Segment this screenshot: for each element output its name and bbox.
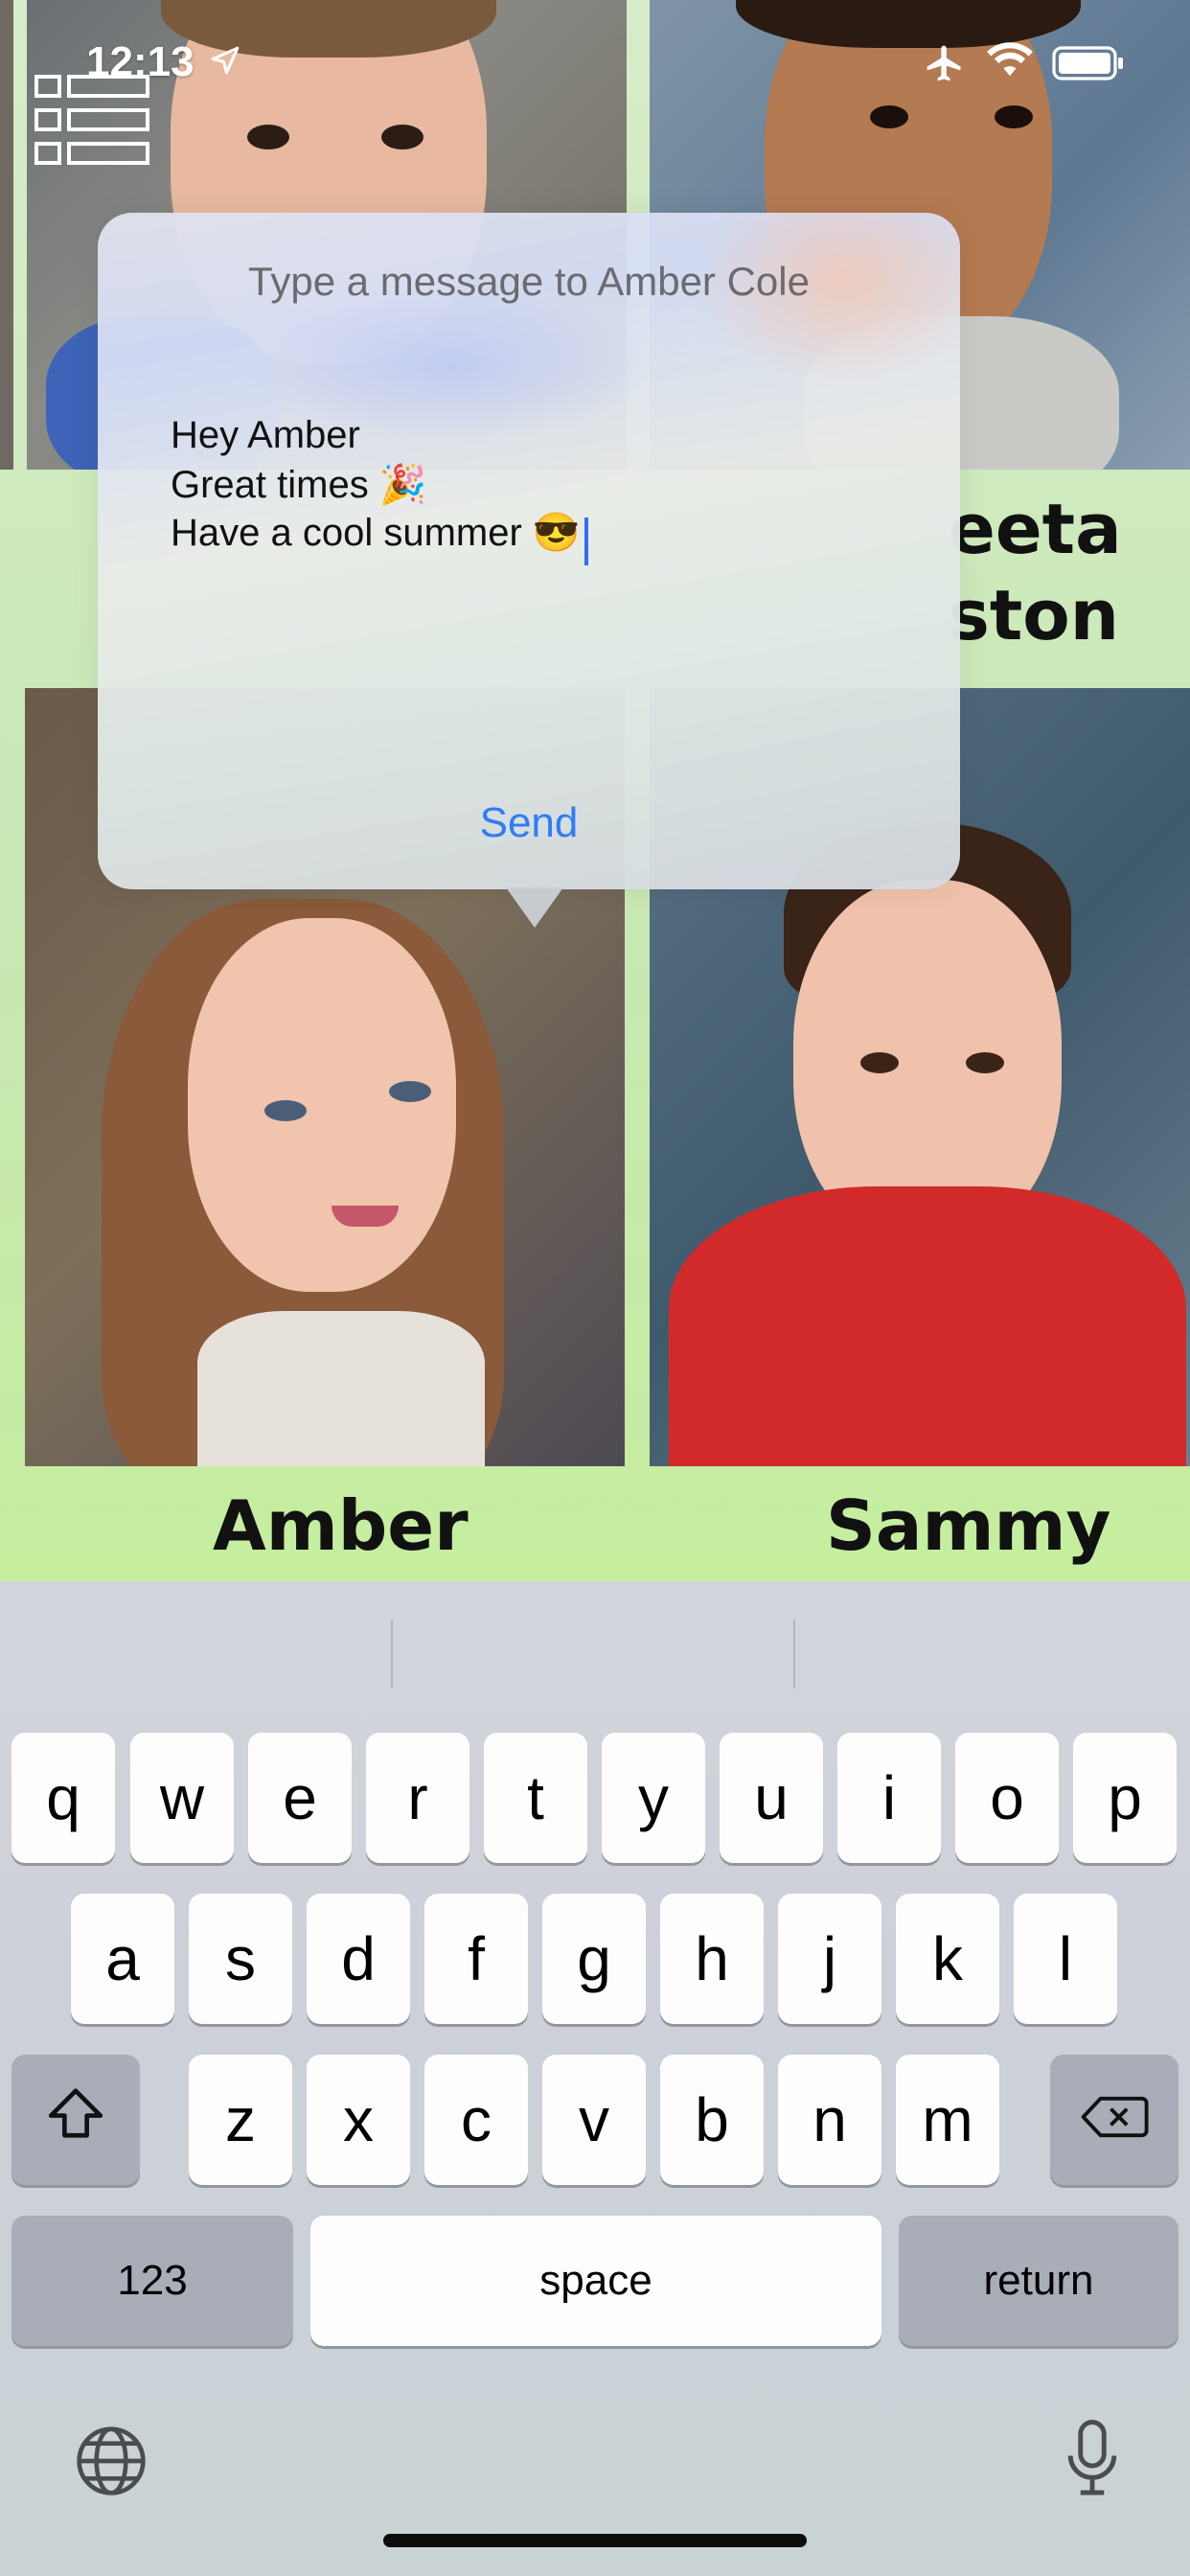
key-b[interactable]: b	[660, 2055, 764, 2185]
partial-name-line-1: eeta	[949, 489, 1122, 569]
key-y[interactable]: y	[602, 1733, 705, 1863]
key-k[interactable]: k	[896, 1894, 999, 2024]
keyboard: q w e r t y u i o p a s d f g h j k l z …	[0, 1581, 1190, 2576]
list-view-icon[interactable]	[34, 75, 149, 170]
message-line-3-wrap: Have a cool summer 😎	[171, 510, 588, 565]
wifi-icon	[985, 42, 1035, 85]
key-t[interactable]: t	[484, 1733, 587, 1863]
key-h[interactable]: h	[660, 1894, 764, 2024]
message-line-1: Hey Amber	[171, 414, 360, 456]
name-amber: Amber	[213, 1485, 469, 1566]
key-s[interactable]: s	[189, 1894, 292, 2024]
numbers-key[interactable]: 123	[11, 2216, 293, 2346]
key-g[interactable]: g	[542, 1894, 646, 2024]
airplane-mode-icon	[920, 42, 970, 89]
key-j[interactable]: j	[778, 1894, 881, 2024]
text-cursor	[584, 517, 588, 565]
key-e[interactable]: e	[248, 1733, 352, 1863]
suggestion-divider-left	[391, 1620, 393, 1689]
location-arrow-icon	[209, 44, 241, 81]
suggestion-divider-right	[793, 1620, 795, 1689]
shift-icon	[46, 2084, 105, 2155]
key-q[interactable]: q	[11, 1733, 115, 1863]
send-button[interactable]: Send	[98, 799, 960, 847]
key-i[interactable]: i	[837, 1733, 941, 1863]
key-c[interactable]: c	[424, 2055, 528, 2185]
key-r[interactable]: r	[366, 1733, 469, 1863]
shift-key[interactable]	[11, 2055, 140, 2185]
delete-key[interactable]	[1050, 2055, 1179, 2185]
backspace-icon	[1080, 2084, 1149, 2155]
key-l[interactable]: l	[1014, 1894, 1117, 2024]
microphone-icon[interactable]	[1062, 2419, 1123, 2504]
key-o[interactable]: o	[955, 1733, 1059, 1863]
key-m[interactable]: m	[896, 2055, 999, 2185]
message-text-area[interactable]: Hey Amber Great times 🎉 Have a cool summ…	[155, 404, 903, 730]
popup-title: Type a message to Amber Cole	[248, 259, 810, 304]
message-line-3: Have a cool summer 😎	[171, 512, 581, 554]
key-n[interactable]: n	[778, 2055, 881, 2185]
message-popup: Type a message to Amber Cole Hey Amber G…	[98, 213, 960, 889]
key-u[interactable]: u	[720, 1733, 823, 1863]
key-v[interactable]: v	[542, 2055, 646, 2185]
key-x[interactable]: x	[307, 2055, 410, 2185]
space-key[interactable]: space	[310, 2216, 881, 2346]
key-p[interactable]: p	[1073, 1733, 1177, 1863]
key-z[interactable]: z	[189, 2055, 292, 2185]
message-line-2: Great times 🎉	[171, 464, 427, 506]
photo-edge-left	[0, 0, 13, 470]
home-indicator[interactable]	[383, 2534, 807, 2547]
partial-name-line-2: ston	[949, 575, 1119, 656]
key-f[interactable]: f	[424, 1894, 528, 2024]
key-w[interactable]: w	[130, 1733, 234, 1863]
popup-pointer	[506, 887, 563, 928]
return-key[interactable]: return	[899, 2216, 1179, 2346]
key-d[interactable]: d	[307, 1894, 410, 2024]
name-sammy: Sammy	[826, 1485, 1111, 1566]
key-a[interactable]: a	[71, 1894, 174, 2024]
globe-icon[interactable]	[73, 2423, 149, 2504]
battery-icon	[1052, 46, 1125, 85]
